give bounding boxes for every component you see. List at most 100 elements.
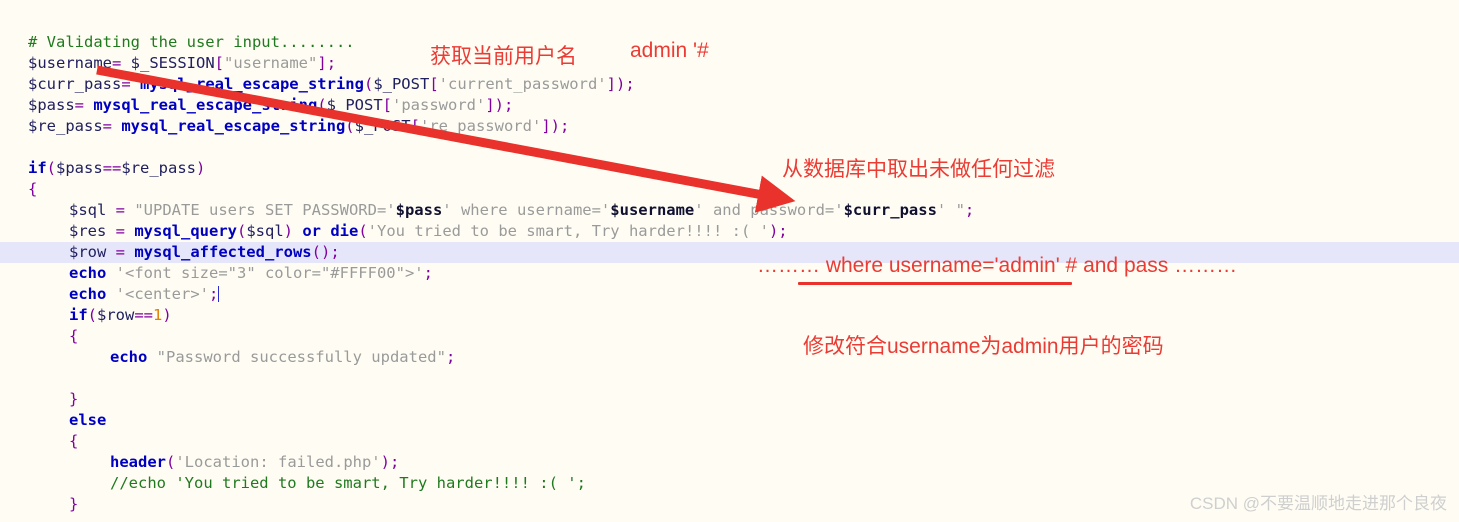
code-token: $_POST [373, 75, 430, 93]
code-token: = [106, 201, 135, 219]
code-token: ; [504, 96, 514, 114]
code-editor[interactable]: # Validating the user input........ $user… [0, 0, 1459, 522]
code-token: ' and password=' [694, 201, 844, 219]
code-token: ] [485, 96, 495, 114]
code-token: ; [560, 117, 570, 135]
code-token: { [69, 327, 79, 345]
code-line[interactable]: { [0, 179, 1459, 200]
code-token: ( [345, 117, 355, 135]
code-token: '<center>' [115, 285, 209, 303]
code-token: $sql [246, 222, 284, 240]
code-token: header [110, 453, 166, 471]
code-token: 'You tried to be smart, Try harder!!!! :… [367, 222, 769, 240]
code-token: echo [69, 285, 107, 303]
code-token: ( [166, 453, 176, 471]
code-line[interactable] [0, 137, 1459, 158]
code-line[interactable]: if($pass==$re_pass) [0, 158, 1459, 179]
code-token: ; [330, 243, 340, 261]
code-token: $row [69, 243, 107, 261]
code-line[interactable]: echo '<font size="3" color="#FFFF00">'; [0, 263, 1459, 284]
code-token: 're_password' [419, 117, 542, 135]
code-line[interactable]: echo "Password successfully updated"; [0, 347, 1459, 368]
code-token: ) [162, 306, 172, 324]
code-line[interactable]: $row = mysql_affected_rows(); [0, 242, 1459, 263]
code-token: $res [69, 222, 107, 240]
code-token: ] [606, 75, 616, 93]
code-token: mysql_affected_rows [134, 243, 312, 261]
code-line[interactable]: # Validating the user input........ [0, 32, 1459, 53]
code-token: $curr_pass [843, 201, 937, 219]
code-token: [ [382, 96, 392, 114]
code-token: mysql_query [134, 222, 237, 240]
code-token: mysql_real_escape_string [140, 75, 364, 93]
code-token: $pass [395, 201, 443, 219]
code-token: 1 [153, 306, 163, 324]
code-line[interactable]: } [0, 389, 1459, 410]
code-line[interactable]: if($row==1) [0, 305, 1459, 326]
code-line[interactable]: header('Location: failed.php'); [0, 452, 1459, 473]
code-token: ; [964, 201, 975, 219]
code-token: ; [778, 222, 788, 240]
code-token: ; [445, 348, 456, 366]
code-token: ( [358, 222, 368, 240]
code-token: $re_pass [121, 159, 197, 177]
code-line[interactable]: $username= $_SESSION["username"]; [0, 53, 1459, 74]
code-token: "username" [224, 54, 318, 72]
code-token: = [112, 54, 131, 72]
code-token: ; [625, 75, 635, 93]
code-line[interactable]: { [0, 431, 1459, 452]
code-token: //echo 'You tried to be smart, Try harde… [110, 474, 586, 492]
code-token: '<font size="3" color="#FFFF00">' [115, 264, 424, 282]
code-token: if [28, 159, 47, 177]
code-token: ; [326, 54, 337, 72]
code-line[interactable]: { [0, 326, 1459, 347]
code-line[interactable]: $sql = "UPDATE users SET PASSWORD='$pass… [0, 200, 1459, 221]
code-token: ) [550, 117, 560, 135]
code-token: ) [196, 159, 206, 177]
code-token: ; [390, 453, 400, 471]
code-token: ( [317, 96, 327, 114]
code-line[interactable]: $re_pass= mysql_real_escape_string($_POS… [0, 116, 1459, 137]
code-token: == [134, 306, 154, 324]
code-token: } [69, 390, 79, 408]
code-token: [ [410, 117, 420, 135]
code-token: $username [610, 201, 695, 219]
code-token: ( [87, 306, 98, 324]
code-line[interactable]: echo '<center>'; [0, 284, 1459, 305]
code-token: ; [423, 264, 433, 282]
code-token: $re_pass [28, 117, 103, 135]
code-token: echo [110, 348, 148, 366]
code-token: { [69, 432, 79, 450]
code-token: ( [236, 222, 247, 240]
code-line[interactable]: $curr_pass= mysql_real_escape_string($_P… [0, 74, 1459, 95]
code-token: # Validating the user input........ [28, 33, 355, 51]
screenshot-root: # Validating the user input........ $user… [0, 0, 1459, 522]
code-line[interactable]: $pass= mysql_real_escape_string($_POST['… [0, 95, 1459, 116]
code-token: } [69, 495, 79, 513]
csdn-watermark: CSDN @不要温顺地走进那个良夜 [1189, 494, 1447, 513]
code-token: else [69, 411, 107, 429]
code-token: ) [768, 222, 779, 240]
code-line[interactable] [0, 368, 1459, 389]
code-token: [ [214, 54, 225, 72]
code-line[interactable]: else [0, 410, 1459, 431]
code-token: ) [615, 75, 626, 93]
code-token: echo [69, 264, 107, 282]
code-token: == [102, 159, 122, 177]
code-token: = [74, 96, 94, 114]
code-token: = [121, 75, 140, 93]
code-token: $_POST [326, 96, 383, 114]
code-token: ) [380, 453, 390, 471]
code-token: ) [494, 96, 505, 114]
code-token: if [69, 306, 88, 324]
code-token: ( [46, 159, 57, 177]
code-token: $curr_pass [28, 75, 122, 93]
code-token: 'current_password' [438, 75, 607, 93]
code-token: ' where username=' [442, 201, 611, 219]
code-line[interactable]: $res = mysql_query($sql) or die('You tri… [0, 221, 1459, 242]
code-token: ] [317, 54, 327, 72]
code-token: $_POST [354, 117, 411, 135]
